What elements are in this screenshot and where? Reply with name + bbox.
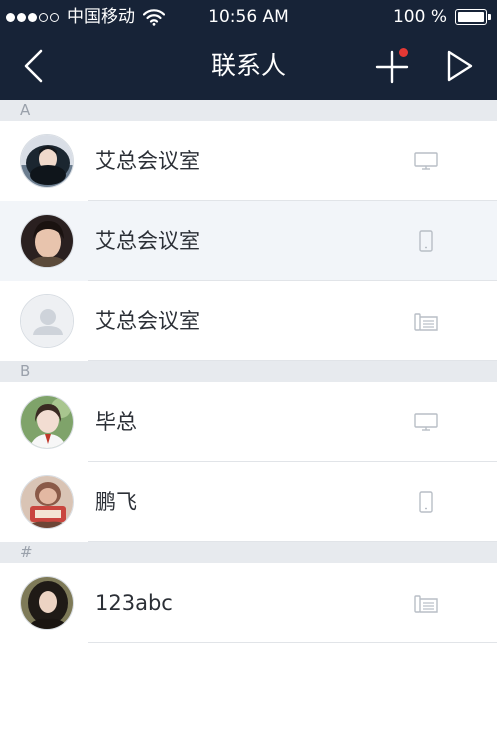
desktop-monitor-icon[interactable] bbox=[412, 149, 440, 173]
contact-name: 艾总会议室 bbox=[95, 229, 200, 253]
contact-name: 鹏飞 bbox=[95, 490, 137, 514]
status-bar: 中国移动 10:56 AM 100 % bbox=[0, 0, 497, 33]
battery-percentage: 100 % bbox=[392, 7, 447, 27]
section-header-hash: # bbox=[0, 542, 497, 563]
page-title: 联系人 bbox=[210, 51, 286, 80]
contact-avatar bbox=[20, 475, 74, 529]
status-bar-right: 100 % bbox=[393, 6, 491, 28]
contact-avatar bbox=[20, 214, 74, 268]
desktop-monitor-icon[interactable] bbox=[412, 410, 440, 434]
section-header-a: A bbox=[0, 100, 497, 121]
contact-row[interactable]: 毕总 bbox=[0, 382, 497, 462]
desk-phone-icon[interactable] bbox=[412, 309, 440, 333]
contact-name: 毕总 bbox=[95, 410, 137, 434]
mobile-phone-icon[interactable] bbox=[412, 229, 440, 253]
contact-avatar bbox=[20, 395, 74, 449]
contact-name: 艾总会议室 bbox=[95, 309, 200, 333]
default-person-avatar bbox=[20, 294, 74, 348]
battery-icon bbox=[455, 9, 491, 25]
section-header-b: B bbox=[0, 361, 497, 382]
contact-name: 艾总会议室 bbox=[95, 149, 200, 173]
contact-avatar bbox=[20, 576, 74, 630]
contact-avatar bbox=[20, 134, 74, 188]
contact-row[interactable]: 123abc bbox=[0, 563, 497, 643]
navigation-bar: 联系人 bbox=[0, 33, 497, 100]
mobile-phone-icon[interactable] bbox=[412, 490, 440, 514]
contact-row[interactable]: 艾总会议室 bbox=[0, 121, 497, 201]
play-triangle-icon bbox=[447, 50, 473, 82]
contact-name: 123abc bbox=[95, 591, 173, 615]
send-button[interactable] bbox=[443, 49, 475, 83]
notification-badge bbox=[399, 48, 408, 57]
contact-row[interactable]: 鹏飞 bbox=[0, 462, 497, 542]
contact-row[interactable]: 艾总会议室 bbox=[0, 281, 497, 361]
contact-row[interactable]: 艾总会议室 bbox=[0, 201, 497, 281]
desk-phone-icon[interactable] bbox=[412, 591, 440, 615]
